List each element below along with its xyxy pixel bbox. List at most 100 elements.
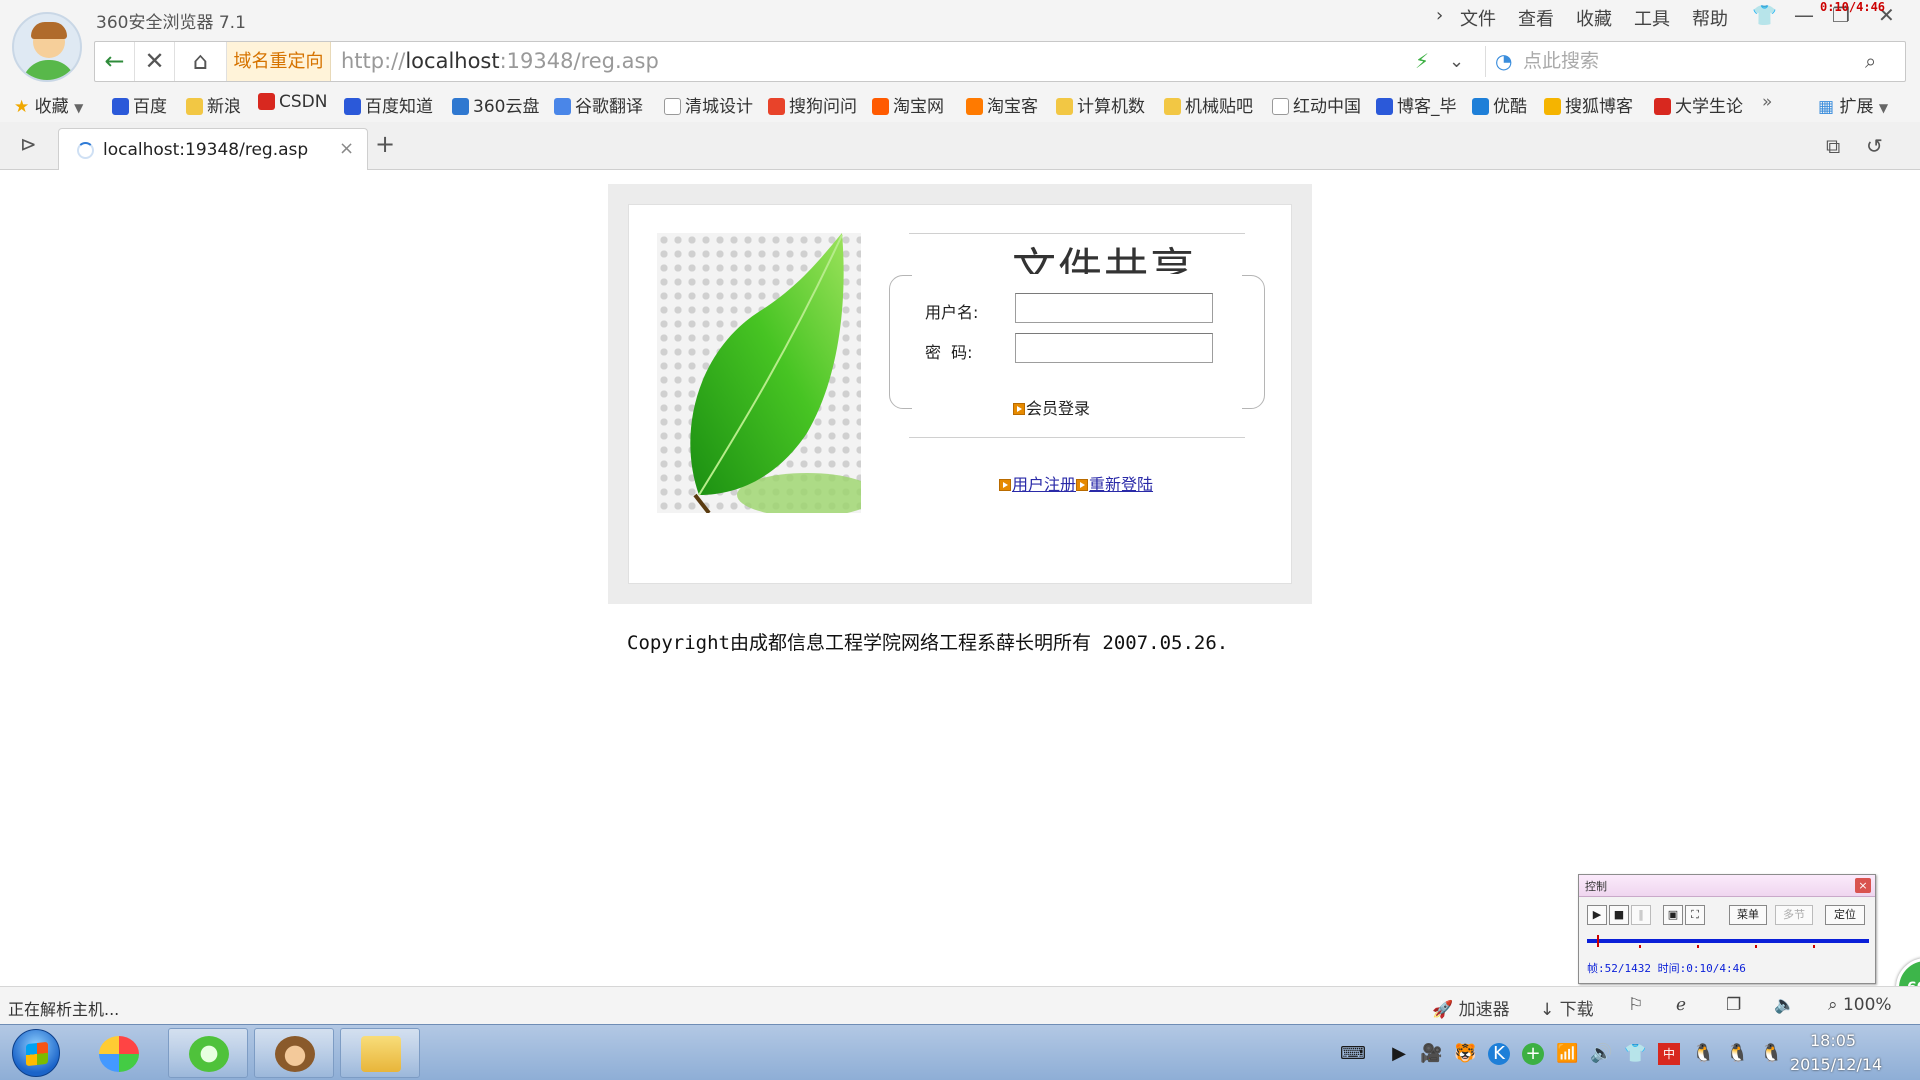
relogin-link[interactable]: 重新登陆 xyxy=(1089,475,1153,494)
recorder-tray-icon[interactable]: 🎥 xyxy=(1420,1043,1442,1065)
network-icon[interactable]: 📶 xyxy=(1556,1043,1578,1065)
recorder-menu-button[interactable]: 菜单 xyxy=(1729,905,1767,925)
pause-icon[interactable]: ‖ xyxy=(1631,905,1651,925)
folder-icon xyxy=(1056,98,1073,115)
taskbar-browser[interactable] xyxy=(168,1028,248,1078)
download-button[interactable]: ↓ 下载 xyxy=(1540,995,1594,1020)
back-button[interactable]: ← xyxy=(95,42,135,81)
menu-favorites[interactable]: 收藏 xyxy=(1576,5,1612,31)
qq-icon[interactable]: 🐧 xyxy=(1760,1043,1782,1065)
bookmark-item[interactable]: 机械贴吧 xyxy=(1164,92,1253,117)
accelerator-button[interactable]: 🚀 加速器 xyxy=(1432,995,1510,1020)
bookmark-item[interactable]: 博客_毕 xyxy=(1376,92,1457,117)
stop-icon[interactable]: ■ xyxy=(1609,905,1629,925)
more-bookmarks-icon[interactable]: » xyxy=(1762,92,1772,112)
search-icon[interactable]: ⌕ xyxy=(1865,42,1876,81)
app-tray-icon[interactable]: 🐯 xyxy=(1454,1043,1476,1065)
sidebar-toggle-icon[interactable]: ⊳ xyxy=(20,132,37,156)
flag-icon[interactable]: ⚐ xyxy=(1628,995,1643,1015)
play-icon[interactable]: ▶ xyxy=(1587,905,1607,925)
taskbar-app-1[interactable] xyxy=(78,1028,158,1078)
bookmark-item[interactable]: 新浪 xyxy=(186,92,241,117)
search-input[interactable]: 点此搜索 xyxy=(1523,42,1599,81)
menu-expand-icon[interactable]: › xyxy=(1436,5,1443,26)
bookmark-item[interactable]: 清城设计 xyxy=(664,92,753,117)
bookmark-item[interactable]: 淘宝网 xyxy=(872,92,944,117)
browser-e-icon xyxy=(189,1036,229,1072)
skin-icon[interactable]: 👕 xyxy=(1752,3,1777,27)
recorder-progress-track[interactable] xyxy=(1587,939,1869,943)
recorder-title-bar[interactable]: 控制 × xyxy=(1579,875,1875,897)
ime-icon[interactable]: 中 xyxy=(1658,1043,1680,1065)
window-mode-icon[interactable]: ▣ xyxy=(1663,905,1683,925)
bookmark-item[interactable]: 360云盘 xyxy=(452,92,539,117)
zoom-value: 100% xyxy=(1842,995,1892,1015)
home-button[interactable]: ⌂ xyxy=(175,42,227,81)
bookmark-item[interactable]: 谷歌翻译 xyxy=(554,92,643,117)
taskbar-app-3[interactable] xyxy=(254,1028,334,1078)
k-icon[interactable]: K xyxy=(1488,1043,1510,1065)
search-engine-icon[interactable]: ◔ xyxy=(1495,42,1512,81)
shirt-icon[interactable]: 👕 xyxy=(1624,1043,1646,1065)
password-input[interactable] xyxy=(1015,333,1213,363)
redirect-badge[interactable]: 域名重定向 xyxy=(227,42,331,81)
taskbar-explorer[interactable] xyxy=(340,1028,420,1078)
menu-view[interactable]: 查看 xyxy=(1518,5,1554,31)
member-login-button[interactable]: 会员登录 xyxy=(1013,395,1090,419)
new-tab-button[interactable]: + xyxy=(375,130,395,158)
tab-close-icon[interactable]: × xyxy=(339,138,354,159)
bookmark-item[interactable]: 优酷 xyxy=(1472,92,1527,117)
bookmark-label: 优酷 xyxy=(1493,97,1527,117)
extensions-button[interactable]: ▦ 扩展 ▼ xyxy=(1818,92,1888,117)
username-input[interactable] xyxy=(1015,293,1213,323)
recorder-section-button[interactable]: 多节 xyxy=(1775,905,1813,925)
paw-icon xyxy=(112,98,129,115)
user-avatar[interactable] xyxy=(12,12,82,82)
forum-icon xyxy=(1654,98,1671,115)
lightning-icon[interactable]: ⚡ xyxy=(1415,42,1429,81)
undo-close-icon[interactable]: ↺ xyxy=(1866,134,1883,158)
bookmark-item[interactable]: 百度 xyxy=(112,92,167,117)
ie-mode-icon[interactable]: ℯ xyxy=(1676,995,1686,1015)
menu-tools[interactable]: 工具 xyxy=(1634,5,1670,31)
rocket-icon: 🚀 xyxy=(1432,1000,1454,1020)
favorites-menu[interactable]: ★ 收藏 ▼ xyxy=(14,92,83,117)
clock-time[interactable]: 18:05 xyxy=(1810,1031,1856,1050)
keyboard-icon[interactable]: ⌨ xyxy=(1340,1043,1366,1065)
qq-icon[interactable]: 🐧 xyxy=(1692,1043,1714,1065)
chevron-down-icon[interactable]: ⌄ xyxy=(1449,42,1464,81)
bookmark-item[interactable]: 百度知道 xyxy=(344,92,433,117)
bookmark-item[interactable]: 红动中国 xyxy=(1272,92,1361,117)
bookmark-item[interactable]: 大学生论 xyxy=(1654,92,1743,117)
play-icon[interactable]: ▶ xyxy=(1388,1043,1410,1065)
window-icon[interactable]: ❐ xyxy=(1726,995,1741,1015)
start-button[interactable] xyxy=(12,1029,60,1077)
stop-button[interactable]: ✕ xyxy=(135,42,175,81)
volume-icon[interactable]: 🔊 xyxy=(1590,1043,1612,1065)
bookmark-item[interactable]: 搜狐博客 xyxy=(1544,92,1633,117)
recorder-close-button[interactable]: × xyxy=(1855,878,1871,893)
recorder-control-panel: 控制 × ▶ ■ ‖ ▣ ⛶ 菜单 多节 定位 帧:52/1432 时间:0:1… xyxy=(1578,874,1876,984)
menu-file[interactable]: 文件 xyxy=(1460,5,1496,31)
zoom-icon: ⌕ xyxy=(1828,995,1838,1015)
bookmark-item[interactable]: 计算机数 xyxy=(1056,92,1145,117)
app-title: 360安全浏览器 7.1 xyxy=(96,13,246,33)
menu-help[interactable]: 帮助 xyxy=(1692,5,1728,31)
clock-date[interactable]: 2015/12/14 xyxy=(1790,1055,1882,1074)
plus-icon[interactable]: + xyxy=(1522,1043,1544,1065)
zoom-control[interactable]: ⌕ 100% xyxy=(1828,995,1892,1015)
bookmark-item[interactable]: CSDN xyxy=(258,92,327,112)
register-link[interactable]: 用户注册 xyxy=(1012,475,1076,494)
tab-active[interactable]: localhost:19348/reg.asp × xyxy=(58,128,368,171)
minimize-button[interactable]: — xyxy=(1794,3,1814,27)
recorder-progress-knob[interactable] xyxy=(1597,935,1600,947)
bookmark-item[interactable]: 搜狗问问 xyxy=(768,92,857,117)
bookmark-item[interactable]: 淘宝客 xyxy=(966,92,1038,117)
url-field[interactable]: http://localhost:19348/reg.asp xyxy=(341,42,659,81)
title-bar: 360安全浏览器 7.1 › 文件 查看 收藏 工具 帮助 👕 — ❐ ✕ 0:… xyxy=(0,0,1920,82)
recorder-locate-button[interactable]: 定位 xyxy=(1825,905,1865,925)
tab-list-icon[interactable]: ⧉ xyxy=(1826,134,1840,158)
qq-icon[interactable]: 🐧 xyxy=(1726,1043,1748,1065)
volume-icon[interactable]: 🔈 xyxy=(1774,995,1795,1015)
fullscreen-icon[interactable]: ⛶ xyxy=(1685,905,1705,925)
